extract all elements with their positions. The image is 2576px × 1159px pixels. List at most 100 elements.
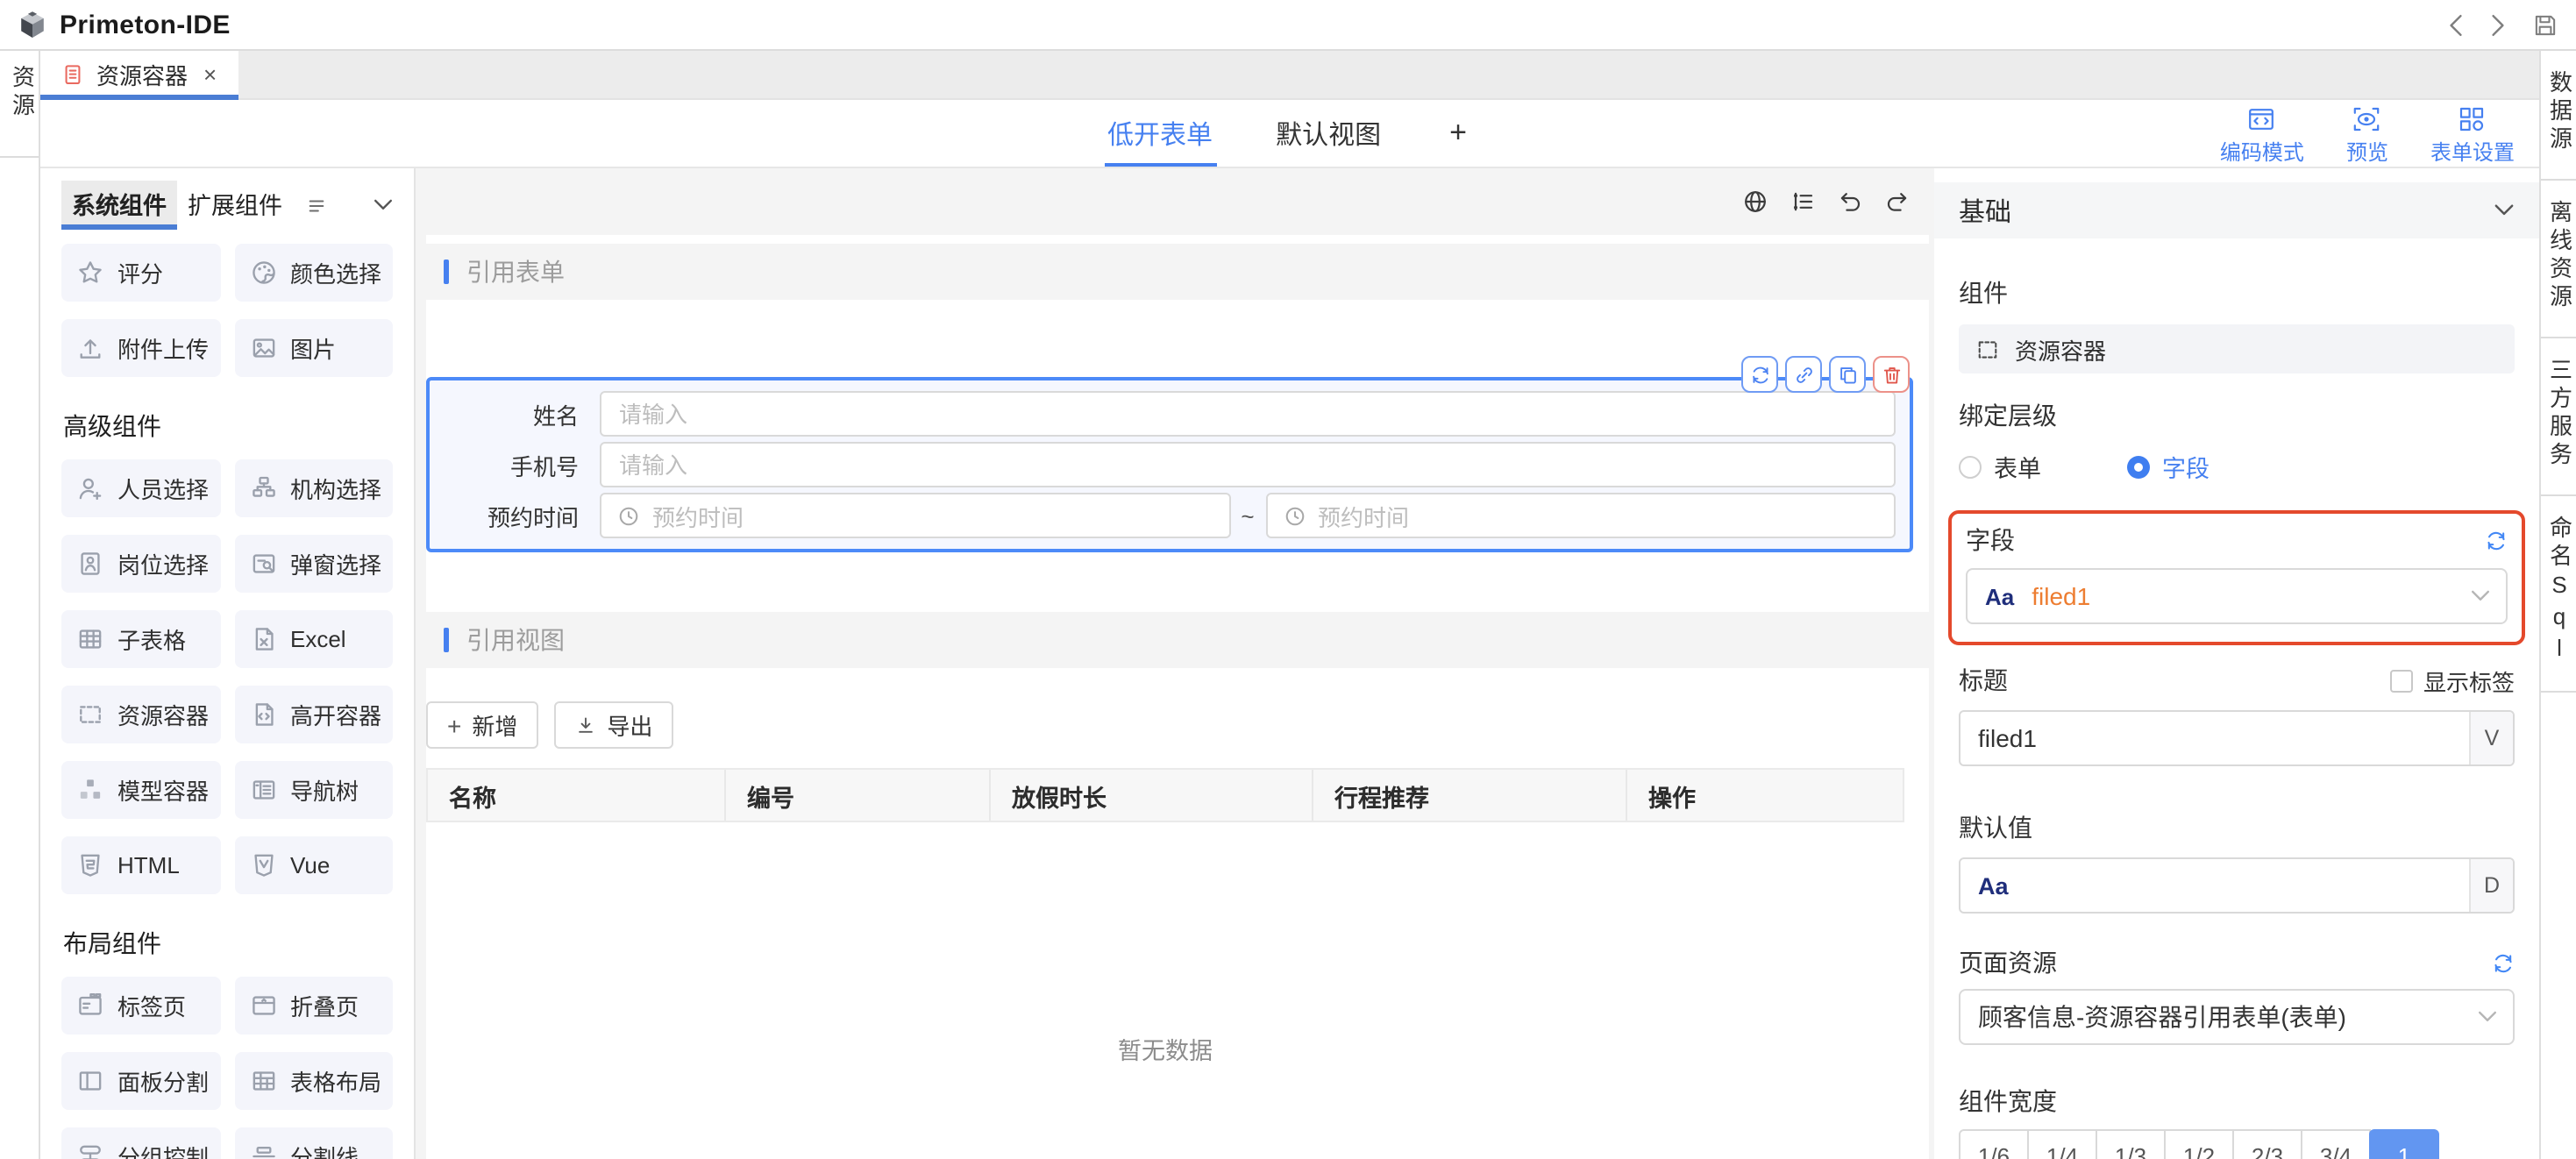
time-end-picker[interactable]: 预约时间 <box>1265 493 1896 538</box>
component-chip-label: 资源容器 <box>2015 332 2106 366</box>
save-button[interactable] <box>2532 11 2558 38</box>
width-option-1-4[interactable]: 1/4 <box>2027 1129 2097 1159</box>
code-mode-button[interactable]: 编码模式 <box>2220 105 2304 167</box>
form-document-icon <box>61 63 84 86</box>
chevron-down-icon <box>2494 203 2515 217</box>
column-header-holiday-duration[interactable]: 放假时长 <box>991 770 1313 821</box>
palette-item-post-select[interactable]: 岗位选择 <box>61 535 220 593</box>
view-table: 名称 编号 放假时长 行程推荐 操作 暂无数据 <box>426 768 1904 1159</box>
panel-split-icon <box>77 1068 103 1094</box>
link-component-button[interactable] <box>1785 356 1822 393</box>
doc-tab-label: 资源容器 <box>96 58 188 91</box>
default-value-dynamic-button[interactable]: D <box>2469 859 2513 912</box>
time-start-picker[interactable]: 预约时间 <box>600 493 1230 538</box>
palette-item-divider-line[interactable]: 分割线 <box>234 1127 393 1159</box>
width-option-3-4[interactable]: 3/4 <box>2301 1129 2371 1159</box>
palette-item-image[interactable]: 图片 <box>234 319 393 377</box>
column-header-name[interactable]: 名称 <box>428 770 726 821</box>
copy-icon <box>1837 364 1858 385</box>
left-rail-item-resources[interactable]: 资源 <box>0 51 39 158</box>
palette-item-nav-tree[interactable]: 导航树 <box>234 761 393 819</box>
tab-lowcode-form[interactable]: 低开表单 <box>1107 100 1213 167</box>
width-option-1-2[interactable]: 1/2 <box>2164 1129 2234 1159</box>
title-input[interactable]: filed1 <box>1960 724 2469 752</box>
palette-tab-system[interactable]: 系统组件 <box>61 181 177 230</box>
history-forward-button[interactable] <box>2490 13 2506 36</box>
width-option-1-3[interactable]: 1/3 <box>2096 1129 2166 1159</box>
palette-item-panel-split[interactable]: 面板分割 <box>61 1052 220 1110</box>
field-select-value: filed1 <box>2032 582 2090 610</box>
page-resource-select[interactable]: 顾客信息-资源容器引用表单(表单) <box>1959 989 2515 1045</box>
palette-item-collapse-page[interactable]: 折叠页 <box>234 977 393 1035</box>
show-label-checkbox[interactable]: 显示标签 <box>2390 664 2515 697</box>
doc-tab-resource-container[interactable]: 资源容器 × <box>40 51 238 98</box>
sync-component-button[interactable] <box>1741 356 1778 393</box>
outline-tree-button[interactable] <box>1790 189 1815 214</box>
form-settings-button[interactable]: 表单设置 <box>2430 105 2515 167</box>
width-option-2-3[interactable]: 2/3 <box>2232 1129 2302 1159</box>
default-value-input[interactable]: Aa <box>1960 872 2469 899</box>
time-placeholder: 预约时间 <box>652 499 744 532</box>
palette-item-org-select[interactable]: 机构选择 <box>234 459 393 517</box>
close-tab-icon[interactable]: × <box>203 63 217 86</box>
default-value-label: 默认值 <box>1959 810 2515 845</box>
tab-default-view[interactable]: 默认视图 <box>1276 100 1381 167</box>
palette-item-resource-container[interactable]: 资源容器 <box>61 686 220 743</box>
palette-item-vue[interactable]: Vue <box>234 836 393 894</box>
chevron-left-icon <box>2448 13 2464 36</box>
palette-item-tab-page[interactable]: 标签页 <box>61 977 220 1035</box>
radio-form[interactable]: 表单 <box>1959 449 2127 484</box>
palette-item-rating[interactable]: 评分 <box>61 244 220 302</box>
add-row-button[interactable]: + 新增 <box>426 701 538 749</box>
palette-item-excel[interactable]: Excel <box>234 610 393 668</box>
name-input[interactable] <box>600 391 1896 437</box>
column-header-trip-recommendation[interactable]: 行程推荐 <box>1313 770 1627 821</box>
palette-item-html[interactable]: HTML <box>61 836 220 894</box>
field-label: 手机号 <box>430 448 579 481</box>
phone-input[interactable] <box>600 442 1896 487</box>
width-option-full[interactable]: 1 <box>2369 1129 2439 1159</box>
right-rail-item-offline-resources[interactable]: 离线资源 <box>2541 181 2576 338</box>
palette-tab-extension[interactable]: 扩展组件 <box>177 181 293 230</box>
inspector-header[interactable]: 基础 <box>1934 182 2539 238</box>
palette-item-attachment-upload[interactable]: 附件上传 <box>61 319 220 377</box>
palette-item-table-layout[interactable]: 表格布局 <box>234 1052 393 1110</box>
subtable-icon <box>77 626 103 652</box>
copy-component-button[interactable] <box>1829 356 1866 393</box>
field-label: 预约时间 <box>430 499 579 532</box>
export-button[interactable]: 导出 <box>554 701 673 749</box>
column-header-actions[interactable]: 操作 <box>1627 770 1903 821</box>
right-rail-item-third-party-services[interactable]: 三方服务 <box>2541 338 2576 496</box>
field-select[interactable]: Aa filed1 <box>1966 568 2508 624</box>
sync-icon <box>2492 951 2515 974</box>
column-header-code[interactable]: 编号 <box>726 770 991 821</box>
i18n-button[interactable] <box>1743 189 1768 214</box>
title-variable-button[interactable]: V <box>2469 712 2513 764</box>
sync-icon <box>2485 529 2508 551</box>
selected-resource-container[interactable]: 姓名 手机号 预约时间 <box>426 377 1913 552</box>
trash-icon <box>1881 364 1902 385</box>
delete-component-button[interactable] <box>1873 356 1910 393</box>
add-view-tab-button[interactable]: + <box>1444 116 1472 151</box>
palette-item-procode-container[interactable]: 高开容器 <box>234 686 393 743</box>
palette-item-subtable[interactable]: 子表格 <box>61 610 220 668</box>
preview-button[interactable]: 预览 <box>2346 105 2388 167</box>
palette-item-model-container[interactable]: 模型容器 <box>61 761 220 819</box>
palette-list-icon[interactable] <box>307 196 326 215</box>
refresh-field-button[interactable] <box>2485 529 2508 551</box>
width-option-1-6[interactable]: 1/6 <box>1959 1129 2029 1159</box>
org-tree-icon <box>250 475 276 501</box>
right-rail-item-datasource[interactable]: 数据源 <box>2541 51 2576 181</box>
palette-item-group-control[interactable]: 分组控制 <box>61 1127 220 1159</box>
palette-item-person-select[interactable]: 人员选择 <box>61 459 220 517</box>
palette-item-popup-select[interactable]: 弹窗选择 <box>234 535 393 593</box>
redo-button[interactable] <box>1885 189 1910 214</box>
palette-item-color-picker[interactable]: 颜色选择 <box>234 244 393 302</box>
undo-button[interactable] <box>1838 189 1862 214</box>
right-rail-item-named-sql[interactable]: 命名Sql <box>2541 496 2576 693</box>
history-back-button[interactable] <box>2448 13 2464 36</box>
refresh-page-resource-button[interactable] <box>2492 951 2515 974</box>
document-tab-strip: 资源容器 × <box>40 51 2539 100</box>
palette-collapse-chevron-icon[interactable] <box>374 198 393 212</box>
radio-field[interactable]: 字段 <box>2127 449 2295 484</box>
